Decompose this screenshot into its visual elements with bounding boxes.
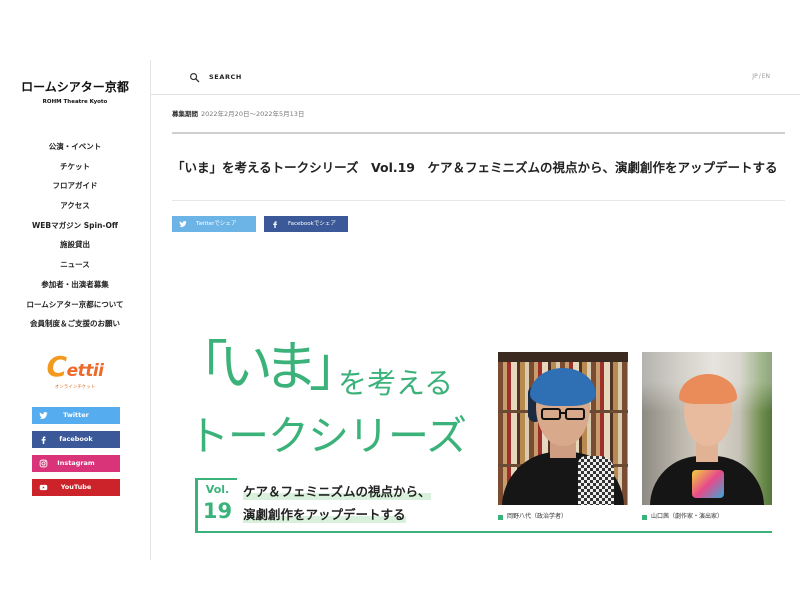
language-separator: / xyxy=(758,73,761,80)
nav-item-membership-support[interactable]: 会員制度＆ご支援のお願い xyxy=(0,314,150,334)
share-twitter-button[interactable]: Twitterでシェア xyxy=(172,216,256,232)
hero-title-quote: 「いま」 xyxy=(174,335,363,398)
social-facebook-label: facebook xyxy=(59,435,93,443)
tshirt-print xyxy=(692,470,724,498)
nav-item-about[interactable]: ロームシアター京都について xyxy=(0,295,150,315)
period-value: 2022年2月20日～2022年5月13日 xyxy=(201,110,305,118)
volume-label: Vol. xyxy=(205,483,230,496)
divider xyxy=(172,132,785,134)
hero-bottom-rule xyxy=(195,531,772,533)
nav-item-web-magazine[interactable]: WEBマガジン Spin-Off xyxy=(0,216,150,236)
share-facebook-label: Facebookでシェア xyxy=(288,221,336,227)
nav-item-recruitment[interactable]: 参加者・出演者募集 xyxy=(0,275,150,295)
hero-title-series: トークシリーズ xyxy=(188,412,467,460)
ticket-service-subtext: オンラインチケット xyxy=(54,385,96,390)
caption-bullet xyxy=(498,514,503,520)
speaker-caption: 山口茜（劇作家・演出家） xyxy=(642,513,723,521)
volume-badge: Vol. 19 xyxy=(195,478,237,532)
site-logo-english: ROHM Theatre Kyoto xyxy=(42,99,108,105)
search-icon[interactable] xyxy=(189,72,200,83)
site-logo-japanese: ロームシアター京都 xyxy=(21,80,129,94)
recruitment-period: 募集期間 2022年2月20日～2022年5月13日 xyxy=(172,109,304,119)
top-bar: SEARCH JP/EN xyxy=(151,60,800,95)
twitter-icon xyxy=(39,412,48,419)
speaker-caption-text: 山口茜（劇作家・演出家） xyxy=(651,513,724,520)
speaker-caption: 岡野八代（政治学者） xyxy=(498,513,567,521)
ticket-service-logo: Cettii xyxy=(46,350,105,383)
volume-number: 19 xyxy=(202,499,233,523)
social-instagram-label: Instagram xyxy=(57,459,95,467)
glasses-bridge xyxy=(560,412,566,414)
nav-item-access[interactable]: アクセス xyxy=(0,196,150,216)
speaker-caption-text: 岡野八代（政治学者） xyxy=(507,513,568,520)
language-en-link[interactable]: EN xyxy=(762,73,770,80)
nav-item-facility-rental[interactable]: 施設貸出 xyxy=(0,235,150,255)
youtube-icon xyxy=(39,484,48,491)
nav-item-performances-events[interactable]: 公演・イベント xyxy=(0,137,150,157)
search-box[interactable]: SEARCH xyxy=(189,70,242,84)
social-twitter-button[interactable]: Twitter xyxy=(32,407,120,424)
glasses-right-lens xyxy=(565,408,585,420)
online-ticket-banner[interactable]: Cettii オンラインチケット xyxy=(0,350,150,391)
social-youtube-button[interactable]: YouTube xyxy=(32,479,120,496)
nav-item-floor-guide[interactable]: フロアガイド xyxy=(0,176,150,196)
main-content: SEARCH JP/EN 募集期間 2022年2月20日～2022年5月13日 「… xyxy=(151,60,800,560)
social-facebook-button[interactable]: facebook xyxy=(32,431,120,448)
site-logo[interactable]: ロームシアター京都 ROHM Theatre Kyoto xyxy=(0,80,150,106)
hero-subtitle-line-2: 演劇創作をアップデートする xyxy=(243,507,406,523)
nav-item-news[interactable]: ニュース xyxy=(0,255,150,275)
share-facebook-button[interactable]: Facebookでシェア xyxy=(264,216,348,232)
language-jp-link[interactable]: JP xyxy=(752,73,757,80)
social-instagram-button[interactable]: Instagram xyxy=(32,455,120,472)
facebook-icon xyxy=(41,436,46,444)
facebook-icon xyxy=(273,221,277,228)
twitter-icon xyxy=(179,220,187,227)
divider xyxy=(172,200,785,201)
caption-bullet xyxy=(642,514,647,520)
social-links: Twitter facebook Instagram YouTube xyxy=(32,407,120,503)
sidebar: ロームシアター京都 ROHM Theatre Kyoto 公演・イベント チケッ… xyxy=(0,60,151,560)
hero-subtitle-line-1: ケア＆フェミニズムの視点から、 xyxy=(243,484,431,500)
nav-item-tickets[interactable]: チケット xyxy=(0,157,150,177)
language-switcher: JP/EN xyxy=(752,71,770,83)
social-twitter-label: Twitter xyxy=(63,411,89,419)
speaker-photo-okano xyxy=(498,352,628,505)
hero-title-rest: を考える xyxy=(338,366,454,400)
instagram-icon xyxy=(39,459,48,468)
speaker-photo-yamaguchi xyxy=(642,352,772,505)
page-title: 「いま」を考えるトークシリーズ Vol.19 ケア＆フェミニズムの視点から、演劇… xyxy=(172,160,778,175)
main-nav: 公演・イベント チケット フロアガイド アクセス WEBマガジン Spin-Of… xyxy=(0,137,150,334)
social-youtube-label: YouTube xyxy=(60,483,92,491)
person-scarf xyxy=(578,456,614,505)
share-twitter-label: Twitterでシェア xyxy=(196,221,237,227)
event-key-visual: 「いま」 を考える トークシリーズ Vol. 19 ケア＆フェミニズムの視点から… xyxy=(172,300,785,545)
glasses-left-lens xyxy=(541,408,561,420)
search-label[interactable]: SEARCH xyxy=(209,73,242,81)
period-label: 募集期間 xyxy=(172,110,198,118)
